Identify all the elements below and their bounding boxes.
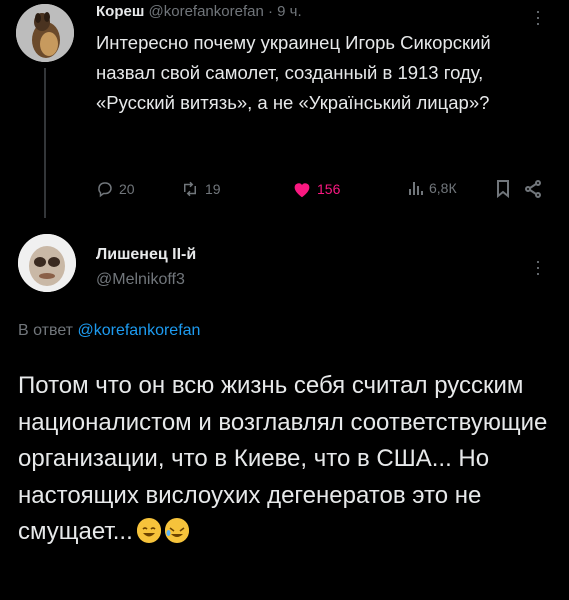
reply-to-line: В ответ @korefankorefan <box>18 322 200 340</box>
author-handle[interactable]: @korefankorefan <box>149 3 264 20</box>
retweet-count: 19 <box>205 181 221 197</box>
thread-line <box>44 68 46 218</box>
header-separator: · <box>267 3 273 20</box>
reply-author-avatar[interactable] <box>18 234 76 292</box>
bookmark-button[interactable] <box>496 180 510 198</box>
reply-more-options-icon[interactable]: · · · <box>535 252 541 282</box>
author-name[interactable]: Кореш <box>96 3 144 20</box>
reply-to-prefix: В ответ <box>18 322 74 339</box>
reply-author-name[interactable]: Лишенец II-й <box>96 246 196 264</box>
like-count: 156 <box>317 181 341 197</box>
like-button[interactable]: 156 <box>292 180 340 198</box>
share-icon <box>524 180 542 198</box>
retweet-icon <box>180 180 200 198</box>
retweet-button[interactable]: 19 <box>180 180 221 198</box>
smiling-face-icon <box>136 518 161 543</box>
tweet-time[interactable]: 9 ч. <box>277 3 302 20</box>
reply-author-handle[interactable]: @Melnikoff3 <box>96 271 185 289</box>
views-count: 6,8К <box>429 180 457 196</box>
heart-icon <box>292 180 312 198</box>
views-button[interactable]: 6,8К <box>408 180 457 196</box>
reply-text: Потом что он всю жизнь себя считал русск… <box>18 372 548 545</box>
reply-button[interactable]: 20 <box>96 180 135 198</box>
share-button[interactable] <box>524 180 542 198</box>
rolling-laughing-icon <box>164 518 189 543</box>
tweet-text: Интересно почему украинец Игорь Сикорски… <box>96 32 491 113</box>
views-icon <box>408 180 424 196</box>
bookmark-icon <box>496 180 510 198</box>
tweet-header: Кореш @korefankorefan · 9 ч. <box>96 3 302 20</box>
author-avatar[interactable] <box>16 4 74 62</box>
reply-text-block: Потом что он всю жизнь себя считал русск… <box>18 368 558 551</box>
reply-to-handle-link[interactable]: @korefankorefan <box>77 322 200 339</box>
reply-icon <box>96 180 114 198</box>
more-options-icon[interactable]: · · · <box>535 2 541 32</box>
reply-count: 20 <box>119 181 135 197</box>
